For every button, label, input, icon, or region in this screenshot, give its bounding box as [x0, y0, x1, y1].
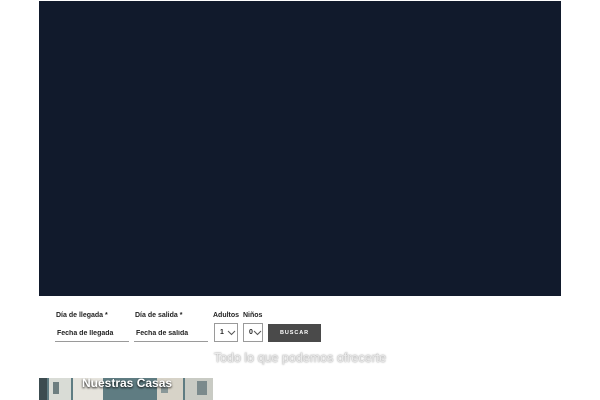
arrival-date-label: Día de llegada * [56, 312, 108, 319]
chevron-down-icon [253, 330, 262, 336]
arrival-date-input[interactable] [55, 325, 129, 342]
departure-date-input[interactable] [134, 325, 208, 342]
houses-card-title: Nuestras Casas [82, 378, 173, 390]
adults-select-value: 1 [220, 329, 224, 336]
section-heading: Todo lo que podemos ofrecerte [213, 351, 387, 365]
departure-date-label: Día de salida * [135, 312, 183, 319]
houses-card[interactable]: Nuestras Casas [39, 378, 213, 400]
adults-select[interactable]: 1 [214, 323, 238, 342]
children-label: Niños [243, 312, 263, 319]
booking-form: Día de llegada * Día de salida * Adultos… [0, 0, 600, 360]
chevron-down-icon [227, 330, 236, 336]
search-button[interactable]: BUSCAR [268, 324, 321, 342]
children-select[interactable]: 0 [243, 323, 263, 342]
adults-label: Adultos [213, 312, 240, 319]
